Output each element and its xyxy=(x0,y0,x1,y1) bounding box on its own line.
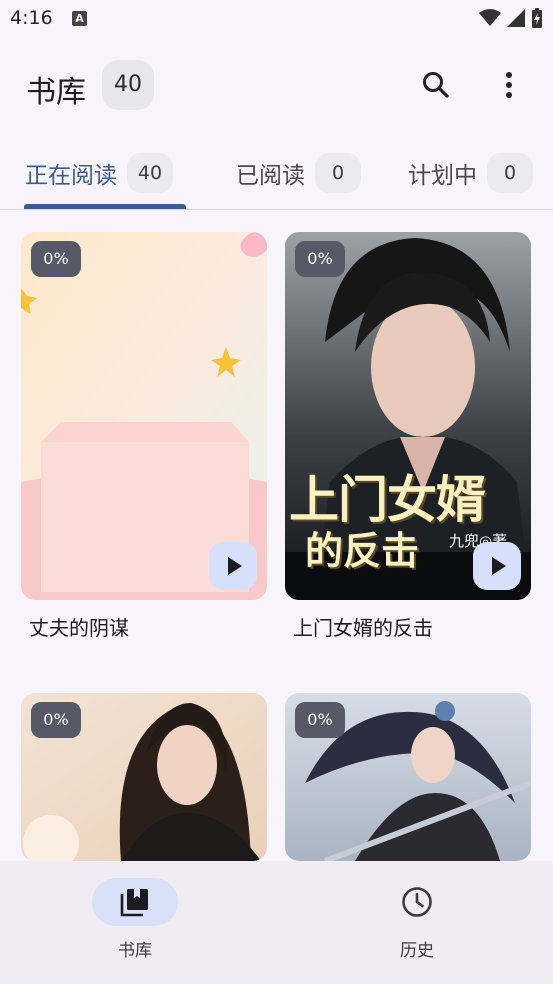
progress-badge: 0% xyxy=(31,702,81,738)
book-title: 丈夫的阴谋 xyxy=(29,616,129,640)
progress-badge: 0% xyxy=(295,702,345,738)
book-cover[interactable]: 0% xyxy=(285,693,531,861)
tab-count-badge: 40 xyxy=(127,153,173,193)
notification-a-icon: A xyxy=(72,11,87,26)
nav-pill xyxy=(92,878,178,926)
play-button[interactable] xyxy=(209,542,257,590)
nav-label: 历史 xyxy=(400,941,434,961)
tab-label: 已阅读 xyxy=(236,163,305,189)
nav-pill xyxy=(374,878,460,926)
play-icon xyxy=(492,557,506,575)
book-card[interactable]: 上门女婿 的反击 九兜◎著 0% 上门女婿的反击 xyxy=(285,232,531,641)
search-icon xyxy=(423,72,449,98)
signal-icon xyxy=(507,9,525,27)
tab-label: 计划中 xyxy=(408,163,477,189)
book-card[interactable]: 0% 丈夫的阴谋 xyxy=(21,232,267,641)
nav-item-library[interactable]: 书库 xyxy=(70,878,200,961)
tab-label: 正在阅读 xyxy=(25,163,117,189)
search-button[interactable] xyxy=(418,67,454,103)
progress-badge: 0% xyxy=(295,241,345,277)
more-options-button[interactable] xyxy=(494,67,524,103)
library-icon xyxy=(120,889,148,917)
tab-read[interactable]: 已阅读 0 xyxy=(236,151,361,195)
book-card[interactable]: 0% xyxy=(21,693,267,861)
nav-label: 书库 xyxy=(118,941,152,961)
book-cover[interactable]: 上门女婿 的反击 九兜◎著 0% xyxy=(285,232,531,600)
status-bar: 4:16 A xyxy=(0,0,553,40)
play-button[interactable] xyxy=(473,542,521,590)
library-count-badge: 40 xyxy=(102,60,154,110)
app-bar: 书库 40 xyxy=(0,55,553,119)
status-icons xyxy=(479,8,543,28)
more-vertical-icon xyxy=(506,72,512,98)
progress-badge: 0% xyxy=(31,241,81,277)
tab-count-badge: 0 xyxy=(315,153,361,193)
book-card[interactable]: 0% xyxy=(285,693,531,861)
battery-icon xyxy=(532,8,542,28)
wifi-icon xyxy=(479,9,501,26)
play-icon xyxy=(228,557,242,575)
clock-icon xyxy=(402,887,432,917)
tab-count-badge: 0 xyxy=(487,153,533,193)
bottom-navigation: 书库 历史 xyxy=(0,861,553,984)
tab-planned[interactable]: 计划中 0 xyxy=(408,151,533,195)
page-title: 书库 xyxy=(26,75,86,110)
nav-item-history[interactable]: 历史 xyxy=(352,878,482,961)
cover-subtitle: 的反击 xyxy=(305,528,420,573)
book-title: 上门女婿的反击 xyxy=(293,616,433,640)
tab-reading[interactable]: 正在阅读 40 xyxy=(25,151,173,195)
reading-tabs: 正在阅读 40 已阅读 0 计划中 0 xyxy=(0,145,553,210)
book-cover[interactable]: 0% xyxy=(21,232,267,600)
book-cover[interactable]: 0% xyxy=(21,693,267,861)
tab-indicator xyxy=(24,204,186,209)
status-time: 4:16 xyxy=(10,7,53,29)
